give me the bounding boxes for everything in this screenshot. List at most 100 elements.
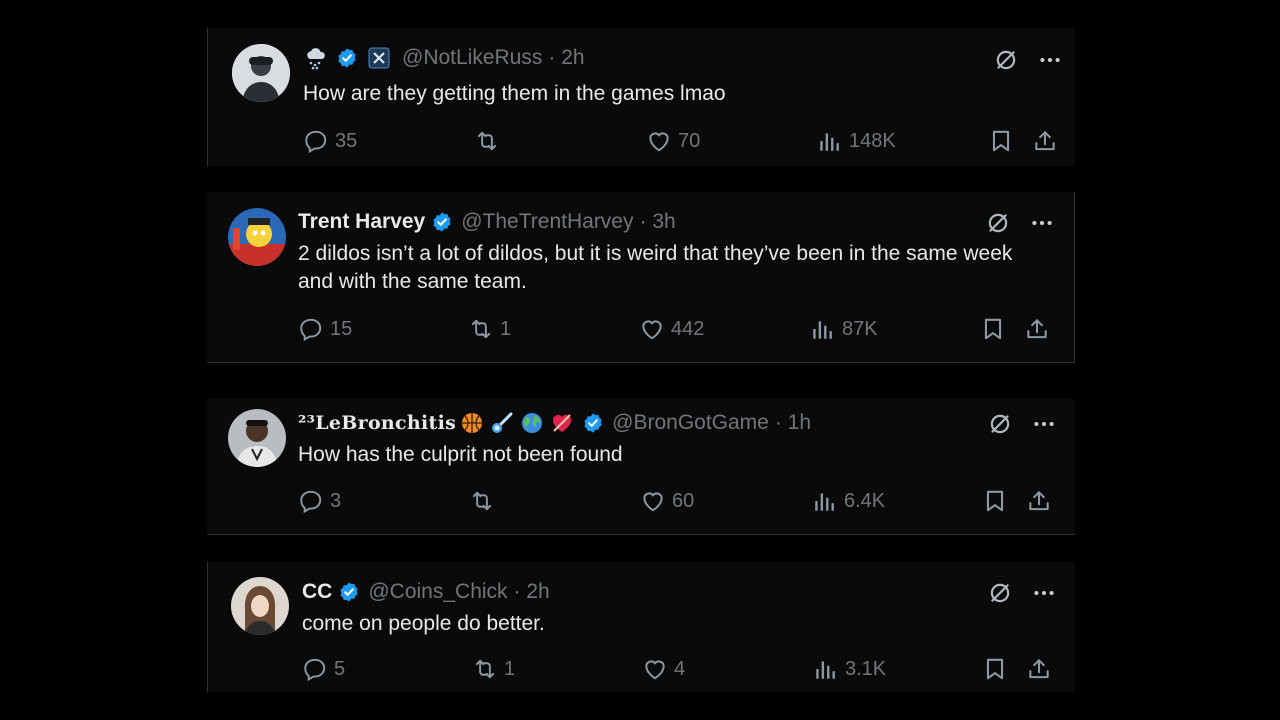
more-options-icon[interactable] [1031, 411, 1057, 437]
verified-badge-icon [431, 211, 453, 233]
more-options-icon[interactable] [1037, 47, 1063, 73]
grok-icon[interactable] [987, 580, 1013, 606]
tweet-time[interactable]: · 2h [548, 46, 584, 70]
share-icon [1026, 656, 1052, 682]
tweet-top-actions [987, 411, 1057, 437]
tweet-top-actions [993, 47, 1063, 73]
bookmark-icon [988, 128, 1014, 154]
avatar[interactable] [228, 208, 286, 266]
bookmark-button[interactable] [980, 316, 1006, 342]
tweet-author-name[interactable]: CC [302, 580, 332, 604]
reply-icon [302, 656, 328, 682]
tweet-handle[interactable]: @NotLikeRuss [402, 46, 542, 70]
tweet-handle[interactable]: @TheTrentHarvey [461, 210, 633, 234]
tweet-text: How has the culprit not been found [298, 443, 623, 466]
repost-icon [469, 488, 495, 514]
avatar[interactable] [231, 577, 289, 635]
tweet-header: ²³LeBronchitis @BronGotGame · 1h [298, 411, 811, 435]
reply-icon [298, 488, 324, 514]
tweet-header: @NotLikeRuss · 2h [304, 46, 585, 70]
basketball-emoji [460, 411, 484, 435]
tweet-text: How are they getting them in the games l… [303, 82, 726, 105]
reply-button[interactable]: 5 [302, 656, 345, 682]
tweet-handle[interactable]: @BronGotGame [612, 411, 769, 435]
reply-button[interactable]: 35 [303, 128, 357, 154]
tweet-author-name[interactable]: Trent Harvey [298, 210, 425, 234]
bookmark-button[interactable] [982, 488, 1008, 514]
tweet-text: 2 dildos isn’t a lot of dildos, but it i… [298, 242, 1013, 293]
tweet-card[interactable]: ²³LeBronchitis @BronGotGame · 1h How has… [207, 399, 1075, 535]
bookmark-button[interactable] [982, 656, 1008, 682]
views-icon [810, 316, 836, 342]
repost-button[interactable] [469, 488, 501, 514]
globe-emoji [520, 411, 544, 435]
grok-icon[interactable] [993, 47, 1019, 73]
reply-count: 15 [330, 317, 353, 340]
grok-icon[interactable] [985, 210, 1011, 236]
reply-count: 35 [335, 129, 358, 152]
tweet-handle[interactable]: @Coins_Chick [368, 580, 507, 604]
tweet-card[interactable]: CC @Coins_Chick · 2h come on people do b… [207, 562, 1075, 692]
tweet-text: come on people do better. [302, 612, 545, 635]
share-icon [1026, 488, 1052, 514]
share-icon [1024, 316, 1050, 342]
tweet-card[interactable]: @NotLikeRuss · 2h How are they getting t… [207, 28, 1075, 166]
views-icon [817, 128, 843, 154]
repost-icon [468, 316, 494, 342]
reply-button[interactable]: 3 [298, 488, 341, 514]
reply-icon [303, 128, 329, 154]
views-count: 6.4K [844, 489, 886, 512]
tweet-time[interactable]: · 1h [775, 411, 811, 435]
views-button[interactable]: 148K [817, 128, 896, 154]
reply-button[interactable]: 15 [298, 316, 352, 342]
tweet-top-actions [987, 580, 1057, 606]
views-count: 148K [849, 129, 896, 152]
like-button[interactable]: 4 [642, 656, 685, 682]
views-icon [812, 488, 838, 514]
tweet-top-actions [985, 210, 1055, 236]
like-icon [640, 488, 666, 514]
bookmark-button[interactable] [988, 128, 1014, 154]
more-options-icon[interactable] [1031, 580, 1057, 606]
reply-count: 3 [330, 489, 342, 512]
tweet-time[interactable]: · 2h [514, 580, 550, 604]
views-button[interactable]: 6.4K [812, 488, 885, 514]
repost-button[interactable]: 1 [468, 316, 511, 342]
comet-emoji [490, 411, 514, 435]
grok-icon[interactable] [987, 411, 1013, 437]
like-count: 442 [671, 317, 705, 340]
share-button[interactable] [1024, 316, 1050, 342]
tweet-header: Trent Harvey @TheTrentHarvey · 3h [298, 210, 676, 234]
repost-button[interactable] [474, 128, 506, 154]
like-icon [642, 656, 668, 682]
views-count: 3.1K [845, 657, 887, 680]
like-button[interactable]: 60 [640, 488, 694, 514]
share-icon [1032, 128, 1058, 154]
views-button[interactable]: 3.1K [813, 656, 886, 682]
share-button[interactable] [1026, 488, 1052, 514]
like-count: 60 [672, 489, 695, 512]
repost-icon [474, 128, 500, 154]
like-button[interactable]: 442 [639, 316, 704, 342]
more-options-icon[interactable] [1029, 210, 1055, 236]
share-button[interactable] [1026, 656, 1052, 682]
like-icon [646, 128, 672, 154]
tweet-card[interactable]: Trent Harvey @TheTrentHarvey · 3h 2 dild… [207, 192, 1075, 363]
bookmark-icon [980, 316, 1006, 342]
views-button[interactable]: 87K [810, 316, 878, 342]
repost-count: 1 [500, 317, 512, 340]
bookmark-icon [982, 656, 1008, 682]
avatar[interactable] [232, 44, 290, 102]
like-button[interactable]: 70 [646, 128, 700, 154]
heart-emoji [550, 411, 574, 435]
tweet-time[interactable]: · 3h [640, 210, 676, 234]
reply-icon [298, 316, 324, 342]
tweet-author-name[interactable]: ²³LeBronchitis [298, 412, 456, 434]
repost-button[interactable]: 1 [472, 656, 515, 682]
reply-count: 5 [334, 657, 346, 680]
avatar[interactable] [228, 409, 286, 467]
share-button[interactable] [1032, 128, 1058, 154]
like-count: 70 [678, 129, 701, 152]
repost-icon [472, 656, 498, 682]
x-app-icon [368, 47, 390, 69]
